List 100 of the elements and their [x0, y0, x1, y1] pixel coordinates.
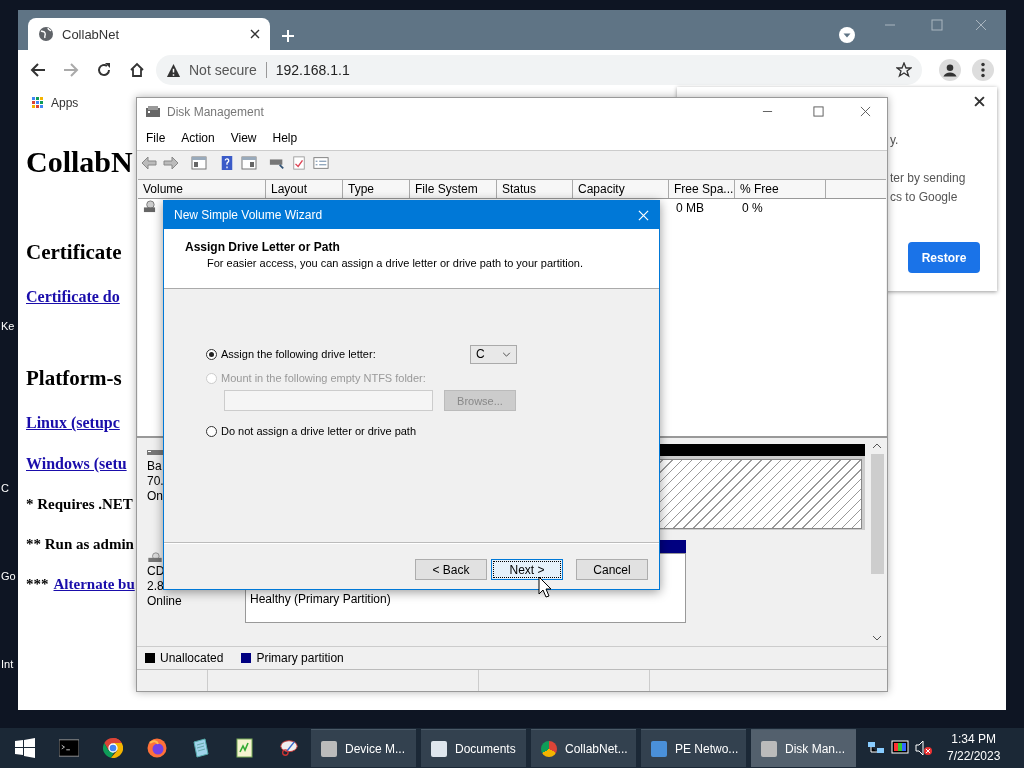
- new-tab-icon[interactable]: [281, 29, 295, 43]
- column-header[interactable]: Status: [497, 180, 573, 198]
- caret-icon: [502, 351, 511, 357]
- disk-icon: [143, 200, 156, 213]
- chrome-icon[interactable]: [103, 738, 123, 758]
- menu-icon[interactable]: [972, 59, 994, 81]
- drive-icon[interactable]: [269, 156, 285, 170]
- download-link[interactable]: Windows (setu: [26, 453, 127, 475]
- section-heading: Certificate: [26, 239, 122, 266]
- column-header[interactable]: Volume: [138, 180, 266, 198]
- reload-icon[interactable]: [96, 62, 112, 78]
- wizard-button[interactable]: < Back: [415, 559, 487, 580]
- home-icon[interactable]: [129, 62, 145, 78]
- column-header[interactable]: Type: [343, 180, 410, 198]
- checklist-icon[interactable]: [291, 156, 307, 170]
- globe-icon: [38, 26, 54, 42]
- window-title: Disk Management: [167, 104, 264, 119]
- desktop-icon-label: Int: [1, 658, 14, 670]
- radio-button[interactable]: [206, 348, 217, 360]
- address-bar[interactable]: Not secure 192.168.1.1: [156, 55, 922, 85]
- warning-icon: [166, 62, 181, 78]
- desktop-icon-label: Go: [1, 570, 16, 582]
- url-text: 192.168.1.1: [275, 62, 351, 78]
- disk-info-text: Ba: [147, 459, 163, 474]
- disk-info-text: 2.8: [147, 579, 165, 594]
- table-cell: 0 MB: [676, 201, 704, 215]
- page-description: For easier access, you can assign a drive letter or drive path to your partition.: [207, 257, 584, 269]
- help-icon[interactable]: [219, 156, 235, 170]
- partition-status: Healthy (Primary Partition): [250, 592, 391, 606]
- restore-button[interactable]: Restore: [908, 242, 980, 273]
- notepad-icon[interactable]: [191, 738, 211, 758]
- inline-link[interactable]: Alternate bu: [53, 573, 135, 595]
- maximize-icon[interactable]: [813, 106, 824, 117]
- tab-title: CollabNet: [62, 26, 121, 42]
- note-text: * Requires .NET: [26, 495, 133, 514]
- firefox-icon[interactable]: [147, 738, 167, 758]
- clock-time[interactable]: 1:34 PM: [951, 731, 997, 748]
- close-icon[interactable]: [860, 106, 871, 117]
- desktop-icon-label: Ke: [1, 320, 15, 332]
- column-header[interactable]: Free Spa...: [669, 180, 735, 198]
- terminal-icon[interactable]: [59, 738, 79, 758]
- download-link[interactable]: Linux (setupc: [26, 412, 120, 434]
- wizard-button[interactable]: Cancel: [576, 559, 648, 580]
- profile-icon[interactable]: [939, 59, 961, 81]
- app-icon: [651, 740, 667, 757]
- note-text: ***: [26, 575, 49, 594]
- app-icon: [321, 740, 337, 757]
- star-icon[interactable]: [896, 62, 912, 78]
- disk-info-text: On: [147, 489, 164, 504]
- close-icon[interactable]: [974, 96, 985, 107]
- cd-icon: [147, 552, 163, 562]
- legend-label: Primary partition: [256, 651, 344, 665]
- column-header[interactable]: File System: [410, 180, 497, 198]
- display-icon[interactable]: [891, 740, 909, 756]
- menu-item[interactable]: File: [146, 130, 166, 145]
- disk-info-text: 70.: [147, 474, 165, 489]
- taskbar-window-button[interactable]: Disk Man...: [751, 729, 856, 767]
- folder-path-field[interactable]: [224, 390, 433, 411]
- column-header[interactable]: Capacity: [573, 180, 669, 198]
- drive-letter-dropdown[interactable]: C: [470, 344, 517, 364]
- app-icon: [431, 740, 447, 757]
- taskbar-window-button[interactable]: CollabNet...: [531, 729, 636, 767]
- browser-tab[interactable]: CollabNet: [28, 18, 270, 50]
- section-heading: Platform-s: [26, 365, 122, 392]
- menu-item[interactable]: Help: [272, 130, 298, 145]
- menu-item[interactable]: Action: [181, 130, 215, 145]
- popup-text: ter by sending: [890, 171, 966, 185]
- download-link[interactable]: Certificate do: [26, 286, 120, 308]
- option-label[interactable]: Do not assign a drive letter or drive path: [221, 425, 417, 437]
- panel-icon[interactable]: [241, 156, 257, 170]
- option-label[interactable]: Assign the following drive letter:: [221, 348, 376, 360]
- dropdown-icon[interactable]: [839, 27, 855, 43]
- column-header[interactable]: Layout: [266, 180, 343, 198]
- apps-icon: [32, 97, 43, 108]
- clock-date[interactable]: 7/22/2023: [947, 748, 1001, 765]
- column-header[interactable]: % Free: [735, 180, 826, 198]
- taskbar-window-button[interactable]: Device M...: [311, 729, 416, 767]
- taskbar-window-button[interactable]: PE Netwo...: [641, 729, 746, 767]
- notepad-plus-icon[interactable]: [235, 738, 255, 758]
- forward-icon[interactable]: [163, 156, 179, 170]
- network-icon[interactable]: [867, 740, 885, 756]
- scroll-up-icon[interactable]: [872, 443, 882, 449]
- disk-info-text: Online: [147, 594, 183, 609]
- desktop-icon-label: C: [1, 482, 9, 494]
- close-icon[interactable]: [250, 29, 260, 39]
- mouse-pointer-icon: [538, 576, 552, 598]
- muted-speaker-icon[interactable]: [915, 740, 933, 756]
- taskbar-window-button[interactable]: Documents: [421, 729, 526, 767]
- scroll-down-icon[interactable]: [872, 635, 882, 641]
- radio-button[interactable]: [206, 425, 217, 437]
- app-icon: [761, 740, 777, 757]
- back-icon[interactable]: [30, 62, 46, 78]
- panel-icon[interactable]: [191, 156, 207, 170]
- popup-text: cs to Google: [890, 190, 958, 204]
- list-icon[interactable]: [313, 156, 329, 170]
- popup-text: y.: [890, 133, 899, 147]
- bookmark-item[interactable]: Apps: [32, 95, 79, 110]
- menu-item[interactable]: View: [230, 130, 257, 145]
- windows-start-icon[interactable]: [15, 738, 35, 758]
- wizard-button[interactable]: Next >: [491, 559, 563, 580]
